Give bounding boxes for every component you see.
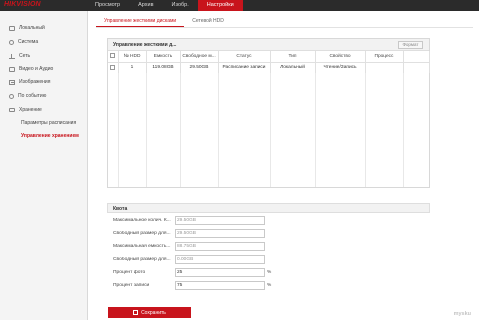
- nav-picture[interactable]: Изобр.: [163, 0, 198, 11]
- free-picture-size-field: 29.50GB: [175, 229, 265, 238]
- field-label: Процент фото: [113, 270, 146, 275]
- column-header-blank: [403, 51, 430, 63]
- quota-title: Квота: [113, 206, 128, 212]
- system-icon: [9, 39, 14, 45]
- save-icon: [133, 310, 139, 315]
- field-label: Свободный размер для...: [113, 257, 171, 262]
- storage-icon: [9, 108, 15, 112]
- top-navigation: Просмотр Архив Изобр. Настройки: [86, 0, 243, 11]
- video-icon: [9, 66, 15, 72]
- hdd-status: Расписание записи: [218, 62, 271, 73]
- monitor-icon: [9, 25, 15, 31]
- sidebar-item-event[interactable]: По событию: [0, 91, 88, 101]
- panel-title: Управление жесткими д...: [113, 42, 177, 48]
- sidebar-item-label: Сеть: [19, 53, 31, 59]
- sidebar: Локальный Система Сеть Видео и Аудио Изо…: [0, 11, 88, 320]
- table-header-row: № HDD Емкость Свободное м... Статус Тип …: [108, 51, 430, 63]
- sidebar-item-storage-management[interactable]: Управление хранением: [0, 131, 88, 141]
- column-header: Тип: [270, 51, 316, 63]
- quota-max-record-row: Максимальная емкость... 88.75GB: [113, 242, 265, 251]
- max-record-capacity-field: 88.75GB: [175, 242, 265, 251]
- tab-hdd-management[interactable]: Управление жесткими дисками: [96, 16, 185, 27]
- sidebar-item-image[interactable]: Изображения: [0, 77, 88, 87]
- sidebar-item-storage[interactable]: Хранение: [0, 105, 88, 115]
- sidebar-item-label: Видео и Аудио: [19, 66, 54, 72]
- hdd-progress: [365, 62, 404, 73]
- quota-free-picture-row: Свободный размер для... 29.50GB: [113, 229, 265, 238]
- select-all-cell[interactable]: [108, 51, 119, 63]
- table-row[interactable]: 1 119.08GB 29.50GB Расписание записи Лок…: [108, 62, 430, 73]
- brand-logo: HIKVISION: [4, 1, 41, 8]
- nav-configuration[interactable]: Настройки: [197, 0, 243, 11]
- quota-picture-percent-row: Процент фото 25 %: [113, 268, 271, 277]
- sidebar-item-network[interactable]: Сеть: [0, 51, 88, 61]
- quota-header: Квота: [107, 203, 430, 213]
- hdd-management-panel: Управление жесткими д... Формат № HDD Ем…: [107, 38, 430, 188]
- tab-bar: Управление жесткими дисками Сетевой HDD: [96, 16, 232, 27]
- quota-record-percent-row: Процент записи 75 %: [113, 281, 271, 290]
- column-header: Статус: [218, 51, 271, 63]
- column-header: Емкость: [146, 51, 181, 63]
- hdd-type: Локальный: [270, 62, 316, 73]
- sidebar-item-label: Локальный: [19, 25, 45, 31]
- select-all-checkbox[interactable]: [110, 53, 116, 59]
- quota-free-record-row: Свободный размер для... 0.00GB: [113, 255, 265, 264]
- sidebar-item-system[interactable]: Система: [0, 37, 88, 47]
- hdd-property: Чтение/Запись: [315, 62, 366, 73]
- percent-unit: %: [267, 270, 272, 275]
- field-label: Максимальное колич. К...: [113, 218, 171, 223]
- format-button[interactable]: Формат: [398, 41, 423, 49]
- column-header: Процесс: [365, 51, 404, 63]
- hdd-capacity: 119.08GB: [146, 62, 181, 73]
- row-checkbox[interactable]: [110, 64, 116, 70]
- free-record-size-field: 0.00GB: [175, 255, 265, 264]
- network-icon: [9, 53, 15, 59]
- save-button[interactable]: Сохранить: [108, 307, 191, 318]
- quota-max-picture-row: Максимальное колич. К... 29.50GB: [113, 216, 265, 225]
- top-bar: HIKVISION Просмотр Архив Изобр. Настройк…: [0, 0, 479, 11]
- sidebar-item-label: По событию: [18, 93, 47, 99]
- picture-percent-input[interactable]: 25: [175, 268, 265, 277]
- field-label: Максимальная емкость...: [113, 244, 171, 249]
- tab-divider: [96, 27, 473, 28]
- field-label: Процент записи: [113, 283, 150, 288]
- image-icon: [9, 79, 15, 85]
- hdd-free-space: 29.50GB: [180, 62, 219, 73]
- sidebar-item-label: Изображения: [19, 79, 51, 85]
- sidebar-item-schedule-settings[interactable]: Параметры расписания: [0, 118, 88, 128]
- nav-live-view[interactable]: Просмотр: [86, 0, 129, 11]
- row-select-cell[interactable]: [108, 62, 119, 73]
- tab-network-hdd[interactable]: Сетевой HDD: [184, 16, 232, 27]
- sidebar-item-video-audio[interactable]: Видео и Аудио: [0, 64, 88, 74]
- event-icon: [9, 93, 14, 99]
- sidebar-item-label: Хранение: [19, 107, 42, 113]
- save-button-label: Сохранить: [141, 309, 166, 316]
- percent-unit: %: [267, 283, 272, 288]
- hdd-number: 1: [118, 62, 147, 73]
- sidebar-item-label: Параметры расписания: [21, 120, 77, 126]
- panel-header: Управление жесткими д... Формат: [108, 39, 429, 51]
- sidebar-item-label: Управление хранением: [21, 133, 79, 139]
- watermark: mysku: [453, 311, 471, 317]
- record-percent-input[interactable]: 75: [175, 281, 265, 290]
- max-picture-capacity-field: 29.50GB: [175, 216, 265, 225]
- field-label: Свободный размер для...: [113, 231, 171, 236]
- column-header: Свойство: [315, 51, 366, 63]
- column-header: Свободное м...: [180, 51, 219, 63]
- sidebar-item-local[interactable]: Локальный: [0, 23, 88, 33]
- blank-cell: [403, 62, 430, 73]
- sidebar-item-label: Система: [18, 39, 39, 45]
- column-gridlines: [108, 73, 429, 187]
- column-header: № HDD: [118, 51, 147, 63]
- hdd-table: № HDD Емкость Свободное м... Статус Тип …: [108, 51, 430, 73]
- nav-playback[interactable]: Архив: [129, 0, 162, 11]
